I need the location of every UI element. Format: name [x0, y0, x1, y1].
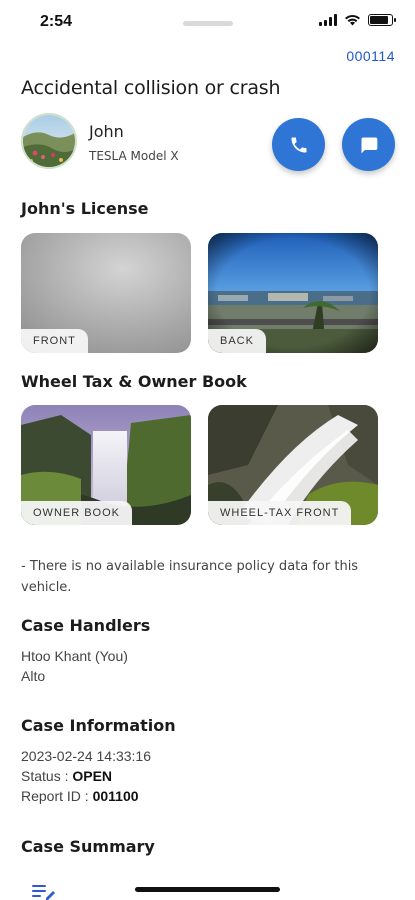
list-edit-icon[interactable]	[32, 884, 56, 900]
license-back-photo[interactable]: BACK	[208, 233, 378, 353]
avatar-photo	[23, 115, 75, 167]
wheel-tax-heading: Wheel Tax & Owner Book	[21, 372, 247, 391]
message-button[interactable]	[342, 118, 395, 171]
case-datetime: 2023-02-24 14:33:16	[21, 748, 151, 764]
case-id-link[interactable]: 000114	[346, 48, 395, 64]
status-time: 2:54	[40, 13, 73, 30]
phone-icon	[291, 137, 306, 152]
report-id-label: Report ID :	[21, 788, 89, 804]
license-front-photo[interactable]: FRONT	[21, 233, 191, 353]
signal-icon	[319, 14, 337, 26]
handlers-heading: Case Handlers	[21, 616, 151, 635]
license-front-tag: FRONT	[21, 329, 88, 353]
chat-bubble-icon	[361, 137, 377, 153]
wheel-tax-front-photo[interactable]: WHEEL-TAX FRONT	[208, 405, 378, 525]
owner-book-tag: OWNER BOOK	[21, 501, 133, 525]
battery-level	[370, 16, 388, 24]
system-icons	[319, 14, 396, 26]
avatar[interactable]	[21, 113, 77, 169]
top-grabber	[183, 21, 233, 26]
license-back-tag: BACK	[208, 329, 266, 353]
status-value: OPEN	[72, 768, 113, 784]
case-status: Status : OPEN	[21, 768, 112, 784]
person-card: John TESLA Model X	[21, 113, 401, 173]
insurance-note: - There is no available insurance policy…	[21, 559, 359, 595]
wheel-tax-front-tag: WHEEL-TAX FRONT	[208, 501, 352, 525]
handler-item: Alto	[21, 668, 46, 684]
battery-icon	[368, 14, 396, 26]
case-report-id: Report ID : 001100	[21, 788, 139, 804]
status-bar: 2:54	[0, 0, 415, 44]
case-info-heading: Case Information	[21, 716, 176, 735]
bottom-bar	[0, 870, 415, 900]
wifi-icon	[345, 14, 360, 26]
home-indicator	[135, 887, 280, 892]
call-button[interactable]	[272, 118, 325, 171]
owner-book-photo[interactable]: OWNER BOOK	[21, 405, 191, 525]
license-heading: John's License	[21, 199, 149, 218]
report-id-value: 001100	[92, 788, 139, 804]
case-summary-heading: Case Summary	[21, 837, 155, 856]
page-title: Accidental collision or crash	[21, 77, 281, 99]
person-name: John	[89, 122, 124, 141]
status-label: Status :	[21, 768, 69, 784]
vehicle-name: TESLA Model X	[89, 149, 179, 163]
handler-item: Htoo Khant (You)	[21, 648, 128, 664]
